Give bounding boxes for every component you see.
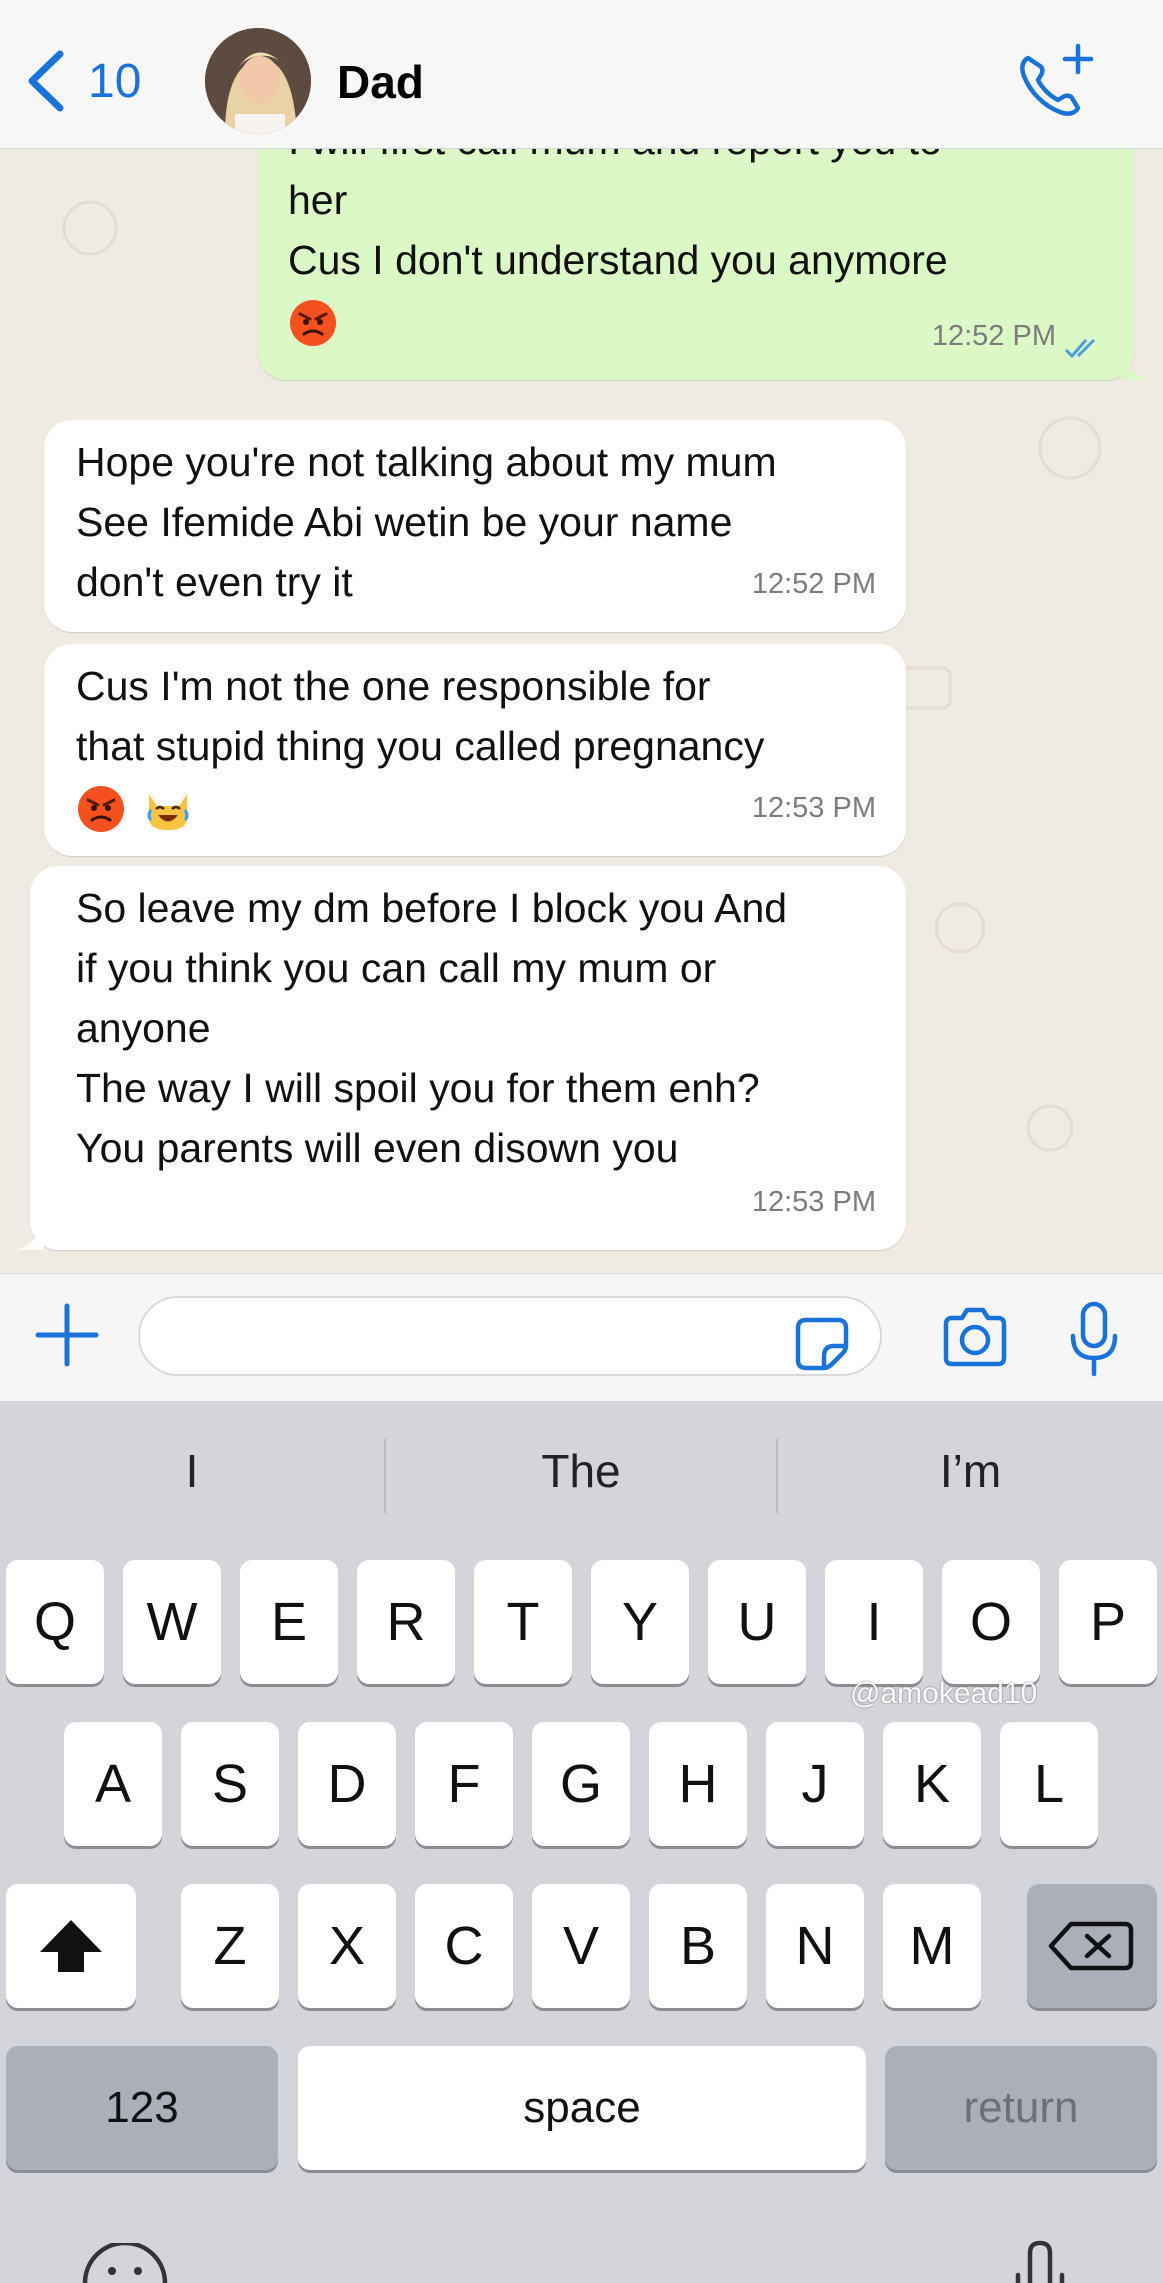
angry-face-emoji <box>290 300 336 347</box>
sticker-icon[interactable] <box>794 1316 850 1372</box>
key-f[interactable]: F <box>415 1722 513 1846</box>
key-w[interactable]: W <box>123 1560 221 1684</box>
backspace-icon <box>1048 1921 1134 1971</box>
message-text-line: her <box>288 177 348 223</box>
message-text-line: You parents will even disown you <box>76 1125 679 1171</box>
message-bubble-incoming[interactable]: So leave my dm before I block you And if… <box>14 866 906 1250</box>
key-p[interactable]: P <box>1059 1560 1157 1684</box>
key-v[interactable]: V <box>532 1884 630 2008</box>
message-text-line: So leave my dm before I block you And <box>76 885 788 931</box>
message-bubble-incoming[interactable]: Cus I'm not the one responsible for that… <box>44 644 906 856</box>
key-i[interactable]: I <box>825 1560 923 1684</box>
emoji-keyboard-icon[interactable] <box>80 2243 170 2283</box>
angry-face-emoji <box>78 786 124 833</box>
message-text-line: See Ifemide Abi wetin be your name <box>76 499 733 545</box>
key-m[interactable]: M <box>883 1884 981 2008</box>
suggestion-3[interactable]: I’m <box>778 1429 1163 1513</box>
key-a[interactable]: A <box>64 1722 162 1846</box>
key-z[interactable]: Z <box>181 1884 279 2008</box>
space-key[interactable]: space <box>298 2046 866 2170</box>
key-l[interactable]: L <box>1000 1722 1098 1846</box>
dictation-microphone-icon[interactable] <box>1010 2239 1070 2283</box>
message-time: 12:52 PM <box>751 568 876 600</box>
shift-key[interactable] <box>6 1884 136 2008</box>
bubble-tail <box>14 1220 44 1250</box>
back-unread-count[interactable]: 10 <box>88 52 141 112</box>
key-o[interactable]: O <box>942 1560 1040 1684</box>
chevron-left-icon[interactable] <box>18 46 78 116</box>
key-c[interactable]: C <box>415 1884 513 2008</box>
suggestion-1[interactable]: I <box>0 1429 384 1513</box>
read-receipt-icon <box>1064 338 1096 359</box>
plus-icon[interactable] <box>32 1300 102 1370</box>
message-time: 12:53 PM <box>751 1186 876 1218</box>
chat-header: 10 Dad <box>0 0 1163 149</box>
key-j[interactable]: J <box>766 1722 864 1846</box>
key-r[interactable]: R <box>357 1560 455 1684</box>
shift-arrow-icon <box>40 1920 102 1972</box>
camera-icon[interactable] <box>940 1306 1010 1370</box>
key-h[interactable]: H <box>649 1722 747 1846</box>
keyboard: I The I’m Q W E R T Y U I O P @amokead10… <box>0 1401 1163 2283</box>
contact-name[interactable]: Dad <box>337 52 424 112</box>
numbers-key[interactable]: 123 <box>6 2046 278 2170</box>
suggestion-2[interactable]: The <box>386 1429 776 1513</box>
key-n[interactable]: N <box>766 1884 864 2008</box>
bubble-tail <box>1122 350 1152 380</box>
message-text-line: Cus I'm not the one responsible for <box>76 663 711 709</box>
message-text-line: that stupid thing you called pregnancy <box>76 723 765 769</box>
key-y[interactable]: Y <box>591 1560 689 1684</box>
key-q[interactable]: Q <box>6 1560 104 1684</box>
message-text-line: The way I will spoil you for them enh? <box>76 1065 760 1111</box>
message-input-bar <box>0 1273 1163 1402</box>
key-u[interactable]: U <box>708 1560 806 1684</box>
key-s[interactable]: S <box>181 1722 279 1846</box>
message-text-line: Cus I don't understand you anymore <box>288 237 948 283</box>
laughing-cat-face-emoji <box>147 794 189 831</box>
key-e[interactable]: E <box>240 1560 338 1684</box>
key-t[interactable]: T <box>474 1560 572 1684</box>
microphone-icon[interactable] <box>1065 1300 1123 1378</box>
message-time: 12:53 PM <box>751 792 876 824</box>
delete-key[interactable] <box>1027 1884 1157 2008</box>
message-bubble-outgoing[interactable]: I will first call mum and report you to … <box>258 148 1152 380</box>
key-g[interactable]: G <box>532 1722 630 1846</box>
message-text-line: don't even try it <box>76 559 353 605</box>
message-input[interactable] <box>138 1296 882 1376</box>
chat-area[interactable]: I will first call mum and report you to … <box>0 148 1163 1273</box>
message-text-line: anyone <box>76 1005 211 1051</box>
message-text-line: if you think you can call my mum or <box>76 945 717 991</box>
avatar[interactable] <box>205 28 311 134</box>
key-k[interactable]: K <box>883 1722 981 1846</box>
watermark: @amokead10 <box>850 1677 1038 1710</box>
message-bubble-incoming[interactable]: Hope you're not talking about my mum See… <box>44 420 906 632</box>
key-d[interactable]: D <box>298 1722 396 1846</box>
message-text-line: Hope you're not talking about my mum <box>76 439 777 485</box>
key-b[interactable]: B <box>649 1884 747 2008</box>
add-call-icon[interactable] <box>1010 40 1100 120</box>
return-key[interactable]: return <box>885 2046 1157 2170</box>
message-text-line: I will first call mum and report you to <box>288 148 948 170</box>
key-x[interactable]: X <box>298 1884 396 2008</box>
message-time: 12:52 PM <box>931 320 1056 352</box>
